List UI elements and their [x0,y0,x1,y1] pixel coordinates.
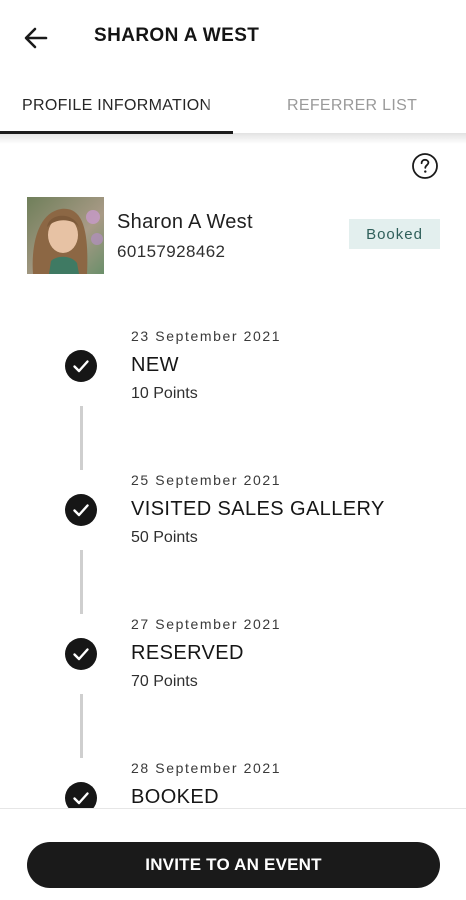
help-circle-icon[interactable] [411,152,439,180]
tab-label-fade [205,78,219,134]
check-circle-icon [65,494,97,526]
app-header: SHARON A WEST [0,0,466,72]
timeline-points: 10 Points [131,385,198,402]
tab-bar-shadow [0,134,466,144]
timeline-points: 70 Points [131,673,198,690]
invite-to-event-button[interactable]: INVITE TO AN EVENT [27,842,440,888]
avatar [27,197,104,274]
app-screen: SHARON A WEST PROFILE INFORMATION REFERR… [0,0,466,900]
tab-referrer-list[interactable]: REFERRER LIST [233,78,466,134]
profile-name: Sharon A West [117,211,253,233]
bottom-action-bar: INVITE TO AN EVENT [0,808,466,900]
timeline-points: 50 Points [131,529,198,546]
tab-label: REFERRER LIST [287,97,418,114]
profile-phone: 60157928462 [117,242,226,261]
timeline-status: RESERVED [131,642,244,664]
timeline-status: VISITED SALES GALLERY [131,498,385,520]
timeline-connector [80,550,83,614]
timeline-connector [80,694,83,758]
timeline-connector [80,406,83,470]
timeline-status: NEW [131,354,179,376]
tab-bar: PROFILE INFORMATION REFERRER LIST [0,78,466,134]
check-circle-icon [65,350,97,382]
timeline-date: 28 September 2021 [131,760,282,776]
check-circle-icon [65,638,97,670]
page-title: SHARON A WEST [94,25,260,46]
timeline-date: 25 September 2021 [131,472,282,488]
status-badge: Booked [349,219,440,249]
arrow-left-icon[interactable] [20,22,52,54]
tab-label: PROFILE INFORMATION [22,97,212,114]
timeline-date: 23 September 2021 [131,328,282,344]
timeline-date: 27 September 2021 [131,616,282,632]
avatar-photo [27,197,104,274]
tab-profile-information[interactable]: PROFILE INFORMATION [0,78,233,134]
timeline-status: BOOKED [131,786,219,808]
